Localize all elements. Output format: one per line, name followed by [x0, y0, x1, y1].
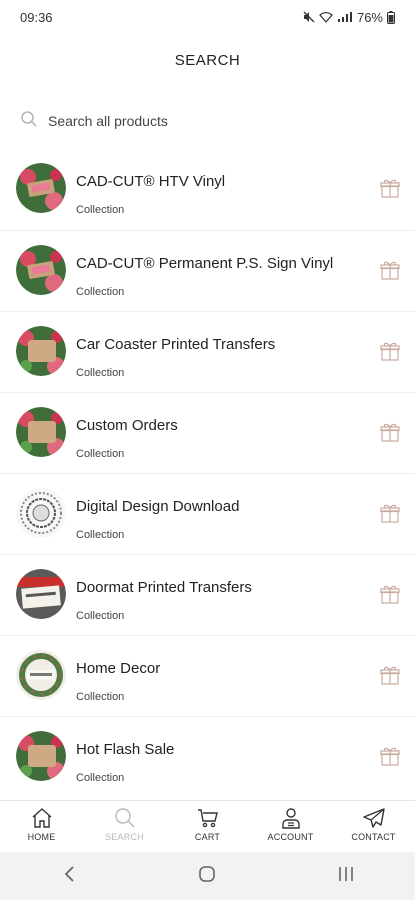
result-type: Collection	[76, 529, 125, 541]
gift-icon[interactable]	[379, 421, 401, 443]
home-icon	[30, 807, 54, 829]
nav-home[interactable]: HOME	[0, 801, 83, 853]
nav-contact-label: CONTACT	[351, 832, 396, 842]
result-row[interactable]: Digital Design Download Collection	[0, 473, 415, 554]
page-title: SEARCH	[174, 52, 241, 69]
result-row[interactable]: Car Coaster Printed Transfers Collection	[0, 311, 415, 392]
bottom-nav: HOME SEARCH CART ACCOUNT CONTACT	[0, 800, 415, 853]
collection-thumbnail	[16, 650, 66, 700]
collection-thumbnail	[16, 245, 66, 295]
search-input[interactable]	[48, 113, 348, 129]
collection-thumbnail	[16, 163, 66, 213]
wifi-icon	[319, 11, 333, 23]
result-title: CAD-CUT® Permanent P.S. Sign Vinyl	[76, 255, 334, 272]
back-button[interactable]	[49, 856, 89, 896]
gift-icon[interactable]	[379, 259, 401, 281]
nav-cart-label: CART	[194, 832, 221, 842]
collection-thumbnail	[16, 407, 66, 457]
signal-icon	[337, 11, 353, 23]
nav-account-label: ACCOUNT	[267, 832, 314, 842]
collection-thumbnail	[16, 569, 66, 619]
result-row[interactable]: Hot Flash Sale Collection	[0, 716, 415, 797]
search-icon	[20, 110, 38, 133]
result-title: Car Coaster Printed Transfers	[76, 336, 276, 353]
result-title: Hot Flash Sale	[76, 741, 175, 758]
result-title: Home Decor	[76, 660, 161, 677]
search-icon	[113, 807, 137, 829]
result-row[interactable]: Custom Orders Collection	[0, 392, 415, 473]
status-time: 09:36	[20, 9, 53, 25]
gift-icon[interactable]	[379, 583, 401, 605]
battery-icon	[387, 10, 395, 24]
result-type: Collection	[76, 367, 125, 379]
battery-percent: 76%	[356, 9, 383, 25]
result-title: Digital Design Download	[76, 498, 240, 515]
recents-icon	[337, 866, 355, 887]
nav-contact[interactable]: CONTACT	[332, 801, 415, 853]
cart-icon	[196, 807, 220, 829]
gift-icon[interactable]	[379, 664, 401, 686]
result-title: Custom Orders	[76, 417, 178, 434]
result-type: Collection	[76, 204, 125, 216]
result-type: Collection	[76, 691, 125, 703]
gift-icon[interactable]	[379, 340, 401, 362]
mute-icon	[303, 11, 315, 23]
result-title: Doormat Printed Transfers	[76, 579, 252, 596]
collection-thumbnail	[16, 326, 66, 376]
search-bar[interactable]	[20, 104, 395, 138]
nav-account[interactable]: ACCOUNT	[249, 801, 332, 853]
result-row[interactable]: Doormat Printed Transfers Collection	[0, 554, 415, 635]
nav-search-label: SEARCH	[105, 832, 144, 842]
result-type: Collection	[76, 286, 125, 298]
recents-button[interactable]	[326, 856, 366, 896]
home-circle-icon	[198, 865, 216, 888]
nav-search[interactable]: SEARCH	[83, 801, 166, 853]
back-icon	[63, 865, 75, 888]
gift-icon[interactable]	[379, 745, 401, 767]
system-nav-bar	[0, 852, 415, 900]
status-bar: 09:36 76%	[0, 0, 415, 34]
result-type: Collection	[76, 610, 125, 622]
result-row[interactable]: CAD-CUT® Permanent P.S. Sign Vinyl Collec…	[0, 230, 415, 311]
status-icons: 76%	[303, 10, 395, 25]
home-system-button[interactable]	[187, 856, 227, 896]
send-icon	[362, 807, 386, 829]
account-icon	[279, 807, 303, 829]
gift-icon[interactable]	[379, 177, 401, 199]
nav-cart[interactable]: CART	[166, 801, 249, 853]
result-row[interactable]: Home Decor Collection	[0, 635, 415, 716]
result-row[interactable]: CAD-CUT® HTV Vinyl Collection	[0, 149, 415, 230]
search-results: CAD-CUT® HTV Vinyl Collection CAD-CUT® Per…	[0, 149, 415, 797]
result-type: Collection	[76, 772, 125, 784]
collection-thumbnail	[16, 488, 66, 538]
gift-icon[interactable]	[379, 502, 401, 524]
result-type: Collection	[76, 448, 125, 460]
collection-thumbnail	[16, 731, 66, 781]
result-title: CAD-CUT® HTV Vinyl	[76, 173, 226, 190]
nav-home-label: HOME	[27, 832, 56, 842]
